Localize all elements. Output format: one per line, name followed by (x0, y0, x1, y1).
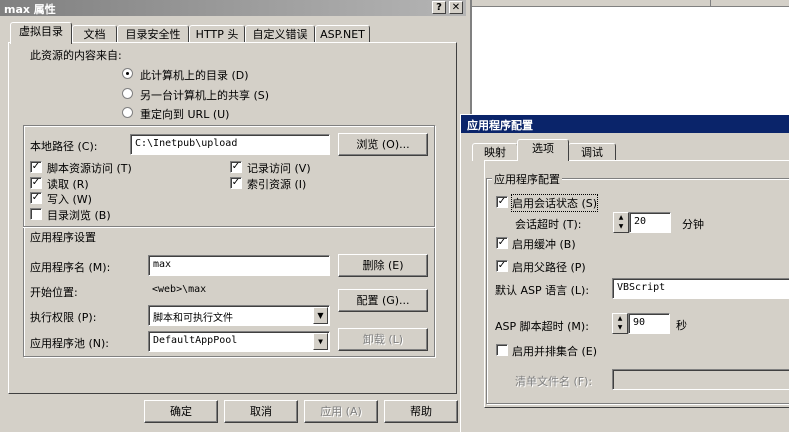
manifest-filename-label: 清单文件名 (F): (515, 375, 593, 388)
checkbox-enable-session[interactable]: ✓ (496, 196, 508, 208)
exec-permission-select[interactable]: 脚本和可执行文件 ▼ (148, 305, 330, 326)
close-title-button[interactable]: ✕ (449, 1, 463, 14)
checkbox-log-visits[interactable]: ✓ (230, 161, 242, 173)
tab-mappings[interactable]: 映射 (472, 143, 518, 161)
background-window-divider (710, 0, 711, 6)
asp-timeout-spinner[interactable]: ▲ ▼ (612, 313, 628, 334)
app-pool-value: DefaultAppPool (153, 335, 238, 346)
app-settings-divider (23, 226, 435, 228)
radio-redirect-url-label: 重定向到 URL (U) (140, 108, 230, 121)
checkbox-enable-parent-paths[interactable]: ✓ (496, 260, 508, 272)
checkbox-index-resource[interactable]: ✓ (230, 177, 242, 189)
start-location-label: 开始位置: (30, 286, 78, 299)
tab-directory-security[interactable]: 目录安全性 (117, 25, 189, 43)
properties-title: max 属性 (4, 3, 56, 16)
spin-up-icon[interactable]: ▲ (613, 314, 627, 323)
session-timeout-unit: 分钟 (682, 218, 704, 231)
checkbox-side-by-side[interactable] (496, 344, 508, 356)
remove-button[interactable]: 删除 (E) (338, 254, 428, 277)
tab-documents[interactable]: 文档 (72, 25, 117, 43)
tab-http-headers[interactable]: HTTP 头 (189, 25, 245, 43)
radio-redirect-url[interactable] (122, 107, 133, 118)
radio-network-share-label: 另一台计算机上的共享 (S) (140, 89, 270, 102)
checkbox-enable-parent-paths-label: 启用父路径 (P) (512, 261, 586, 274)
tab-custom-errors[interactable]: 自定义错误 (245, 25, 315, 43)
properties-dialog: max 属性 ? ✕ 虚拟目录 文档 目录安全性 HTTP 头 自定义错误 AS… (0, 0, 466, 432)
session-timeout-spinner[interactable]: ▲ ▼ (613, 212, 629, 233)
checkbox-directory-browsing[interactable] (30, 208, 42, 220)
checkbox-write[interactable]: ✓ (30, 192, 42, 204)
checkbox-read-label: 读取 (R) (47, 178, 89, 191)
unload-button[interactable]: 卸载 (L) (338, 328, 428, 351)
spin-down-icon[interactable]: ▼ (613, 323, 627, 332)
session-timeout-input[interactable]: 20 (629, 212, 671, 233)
tab-aspnet[interactable]: ASP.NET (315, 25, 370, 43)
checkbox-enable-buffer-label: 启用缓冲 (B) (512, 238, 576, 251)
help-button[interactable]: 帮助 (384, 400, 458, 423)
help-title-button[interactable]: ? (432, 1, 446, 14)
config-button[interactable]: 配置 (G)... (338, 289, 428, 312)
checkbox-log-visits-label: 记录访问 (V) (247, 162, 311, 175)
checkbox-write-label: 写入 (W) (47, 193, 92, 206)
tab-debugging[interactable]: 调试 (568, 143, 616, 161)
app-config-group-title: 应用程序配置 (492, 171, 562, 187)
checkbox-read[interactable]: ✓ (30, 177, 42, 189)
app-pool-select[interactable]: DefaultAppPool ▼ (148, 331, 330, 352)
exec-permission-value: 脚本和可执行文件 (153, 313, 233, 324)
asp-timeout-unit: 秒 (676, 319, 687, 332)
ok-button[interactable]: 确定 (144, 400, 218, 423)
properties-titlebar: max 属性 ? ✕ (0, 0, 466, 16)
app-pool-label: 应用程序池 (N): (30, 337, 110, 350)
exec-dropdown-icon[interactable]: ▼ (313, 307, 328, 324)
app-config-dialog: 应用程序配置 映射 选项 调试 应用程序配置 ✓ 启用会话状态 (S) 会话超时… (460, 114, 789, 432)
manifest-filename-input[interactable] (612, 369, 789, 390)
background-window-header (472, 0, 789, 7)
checkbox-enable-buffer[interactable]: ✓ (496, 237, 508, 249)
checkbox-script-source-access[interactable]: ✓ (30, 161, 42, 173)
spin-down-icon[interactable]: ▼ (614, 222, 628, 231)
local-path-input[interactable]: C:\Inetpub\upload (130, 134, 330, 155)
asp-language-label: 默认 ASP 语言 (L): (495, 284, 590, 297)
radio-network-share[interactable] (122, 88, 133, 99)
cancel-button[interactable]: 取消 (224, 400, 298, 423)
spin-up-icon[interactable]: ▲ (614, 213, 628, 222)
checkbox-enable-session-label: 启用会话状态 (S) (510, 194, 599, 212)
app-config-title: 应用程序配置 (467, 119, 533, 132)
asp-language-input[interactable]: VBScript (612, 278, 789, 299)
app-settings-title: 应用程序设置 (30, 231, 96, 244)
checkbox-script-source-access-label: 脚本资源访问 (T) (47, 162, 132, 175)
asp-timeout-input[interactable]: 90 (628, 313, 670, 334)
asp-timeout-label: ASP 脚本超时 (M): (495, 320, 589, 333)
session-timeout-label: 会话超时 (T): (515, 218, 582, 231)
checkbox-index-resource-label: 索引资源 (I) (247, 178, 307, 191)
exec-permission-label: 执行权限 (P): (30, 311, 97, 324)
start-location-value: <web>\max (152, 284, 207, 295)
radio-local-directory[interactable] (122, 68, 133, 79)
checkbox-side-by-side-label: 启用并排集合 (E) (512, 345, 598, 358)
tab-options[interactable]: 选项 (517, 139, 569, 161)
content-source-label: 此资源的内容来自: (30, 49, 122, 62)
tab-virtual-directory[interactable]: 虚拟目录 (10, 22, 72, 44)
background-window (470, 0, 789, 114)
browse-button[interactable]: 浏览 (O)... (338, 133, 428, 156)
app-config-titlebar: 应用程序配置 (461, 115, 789, 133)
apply-button[interactable]: 应用 (A) (304, 400, 378, 423)
app-name-label: 应用程序名 (M): (30, 261, 111, 274)
app-name-input[interactable]: max (148, 255, 330, 276)
pool-dropdown-icon[interactable]: ▼ (313, 333, 328, 350)
radio-local-directory-label: 此计算机上的目录 (D) (140, 69, 249, 82)
local-path-label: 本地路径 (C): (30, 140, 98, 153)
checkbox-directory-browsing-label: 目录浏览 (B) (47, 209, 111, 222)
